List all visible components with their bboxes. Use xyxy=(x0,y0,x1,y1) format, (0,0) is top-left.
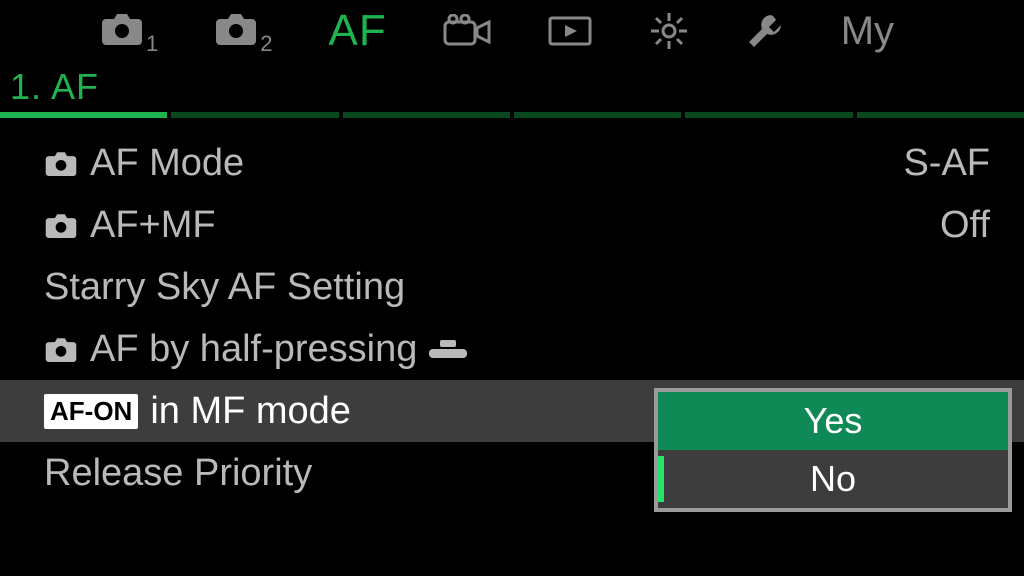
menu-row-label: AF Mode xyxy=(90,142,244,185)
section-title: 1. AF xyxy=(0,62,1024,112)
tab-camera-1-sub: 1 xyxy=(146,31,158,57)
camera-icon xyxy=(214,11,258,45)
gear-icon xyxy=(649,11,689,51)
popup-option-label: No xyxy=(810,458,856,500)
menu-row-af-half-press[interactable]: AF by half-pressing xyxy=(0,318,1024,380)
menu-row-af-mf[interactable]: AF+MF Off xyxy=(0,194,1024,256)
section-segment[interactable] xyxy=(171,112,338,118)
section-segment[interactable] xyxy=(857,112,1024,118)
video-icon xyxy=(443,14,491,48)
tab-my[interactable]: My xyxy=(841,9,894,54)
menu-row-label: in MF mode xyxy=(150,390,351,433)
menu-row-af-mode[interactable]: AF Mode S-AF xyxy=(0,132,1024,194)
popup-option-yes[interactable]: Yes xyxy=(658,392,1008,450)
menu-row-starry-sky[interactable]: Starry Sky AF Setting xyxy=(0,256,1024,318)
tab-af-label: AF xyxy=(329,6,387,56)
camera-icon xyxy=(44,336,78,362)
menu-row-value: S-AF xyxy=(903,142,990,185)
tab-camera-2-sub: 2 xyxy=(260,31,272,57)
tab-tools[interactable] xyxy=(745,11,785,51)
tab-playback[interactable] xyxy=(547,14,593,48)
menu-row-label: AF+MF xyxy=(90,204,216,247)
tab-settings[interactable] xyxy=(649,11,689,51)
shutter-button-icon xyxy=(429,340,467,358)
wrench-icon xyxy=(745,11,785,51)
popup-option-no[interactable]: No xyxy=(658,450,1008,508)
popup-option-label: Yes xyxy=(804,400,863,442)
section-segment[interactable] xyxy=(0,112,167,118)
section-segment-bar[interactable] xyxy=(0,112,1024,118)
camera-icon xyxy=(44,212,78,238)
menu-row-value: Off xyxy=(940,204,990,247)
camera-icon xyxy=(44,150,78,176)
section-segment[interactable] xyxy=(685,112,852,118)
menu-row-label: Release Priority xyxy=(44,452,312,495)
af-on-badge: AF-ON xyxy=(44,394,138,429)
menu-row-label: AF by half-pressing xyxy=(90,328,417,371)
tab-camera-1[interactable]: 1 xyxy=(100,11,158,51)
tab-video[interactable] xyxy=(443,14,491,48)
menu-row-label: Starry Sky AF Setting xyxy=(44,266,405,309)
top-tab-bar: 1 2 AF My xyxy=(0,0,1024,62)
section-segment[interactable] xyxy=(343,112,510,118)
tab-camera-2[interactable]: 2 xyxy=(214,11,272,51)
playback-icon xyxy=(547,14,593,48)
yes-no-popup: Yes No xyxy=(654,388,1012,512)
tab-af[interactable]: AF xyxy=(329,6,387,56)
camera-icon xyxy=(100,11,144,45)
section-segment[interactable] xyxy=(514,112,681,118)
tab-my-label: My xyxy=(841,9,894,54)
